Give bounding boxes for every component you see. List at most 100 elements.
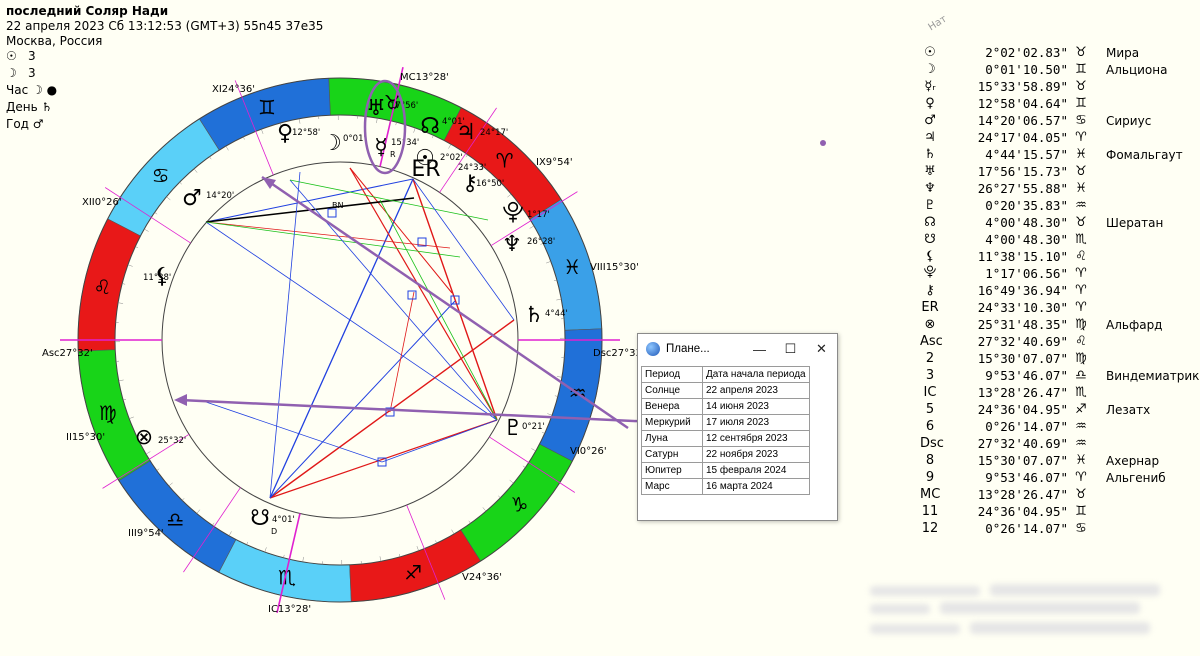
planet-glyph: 9 xyxy=(925,470,935,485)
period-row[interactable]: Сатурн 22 ноября 2023 xyxy=(641,446,810,463)
planet-glyph: ☿ᵣ xyxy=(924,79,936,94)
planet-degree-label: 4°44' xyxy=(545,309,568,319)
planet-glyph: 3 xyxy=(925,368,935,383)
planet-position: 17°56'15.73" xyxy=(977,164,1068,179)
planet-glyph: 6 xyxy=(925,419,935,434)
zodiac-sign-glyph: ♋ xyxy=(152,163,170,187)
zodiac-sign-icon: ♈ xyxy=(1075,300,1087,315)
fixed-star-name: Альфард xyxy=(1106,317,1163,332)
column-header-period[interactable]: Период xyxy=(641,366,703,383)
period-planet: Солнце xyxy=(641,382,703,399)
planet-positions-table: Нат ☉ 2°02'02.83" ♉ Мира ☽ 0°01'10.50" ♊ Альцио… xyxy=(920,14,1200,537)
planet-glyph: ☿ xyxy=(374,135,388,160)
planet-glyph: ♇ xyxy=(924,198,936,213)
planet-row: ⊗ 25°31'48.35" ♍ Альфард xyxy=(920,316,1200,333)
planet-row: ⚷ 16°49'36.94" ♈ xyxy=(920,282,1200,299)
fixed-star-name: Фомальгаут xyxy=(1106,147,1183,162)
fixed-star-name: Ахернар xyxy=(1106,453,1160,468)
planet-row: 8 15°30'07.07" ♓ Ахернар xyxy=(920,452,1200,469)
planet-position: 4°00'48.30" xyxy=(985,215,1068,230)
planet-row: ♄ 4°44'15.57" ♓ Фомальгаут xyxy=(920,146,1200,163)
period-row[interactable]: Марс 16 марта 2024 xyxy=(641,478,810,495)
planet-glyph: ♇ xyxy=(503,416,523,441)
planet-position: 15°30'07.07" xyxy=(977,453,1068,468)
close-button[interactable]: ✕ xyxy=(806,334,837,364)
zodiac-sign-icon: ♋ xyxy=(1075,521,1087,536)
planet-row: 9 9°53'46.07" ♈ Альгениб xyxy=(920,469,1200,486)
planet-degree-label: 14°20' xyxy=(206,191,234,201)
planet-glyph: ER xyxy=(411,157,440,182)
house-cusp-label: Asc27°32' xyxy=(42,348,93,359)
zodiac-sign-glyph: ♊ xyxy=(258,96,276,120)
period-row[interactable]: Солнце 22 апреля 2023 xyxy=(641,382,810,399)
planet-position: 9°53'46.07" xyxy=(985,470,1068,485)
planet-glyph: 11 xyxy=(921,504,939,519)
zodiac-sign-icon: ♒ xyxy=(1075,419,1087,434)
zodiac-sign-glyph: ♎ xyxy=(166,507,184,531)
planet-glyph: ♀ xyxy=(277,121,293,146)
planet-row: 5 24°36'04.95" ♐ Лезатх xyxy=(920,401,1200,418)
period-row[interactable]: Венера 14 июня 2023 xyxy=(641,398,810,415)
fixed-star-name: Лезатх xyxy=(1106,402,1151,417)
zodiac-sign-glyph: ♓ xyxy=(563,255,581,279)
planet-glyph: ♆ xyxy=(924,181,936,196)
period-start-date: 12 сентября 2023 xyxy=(702,430,810,447)
planet-position: 26°27'55.88" xyxy=(977,181,1068,196)
planet-glyph: ⊗ xyxy=(135,425,153,450)
planet-degree-label: 4°01' xyxy=(272,515,295,525)
house-cusp-label: II15°30' xyxy=(66,432,105,443)
planet-position: 0°01'10.50" xyxy=(985,62,1068,77)
planet-position: 0°26'14.07" xyxy=(985,521,1068,536)
planet-position: 0°20'35.83" xyxy=(985,198,1068,213)
planet-row: Asc 27°32'40.69" ♌ xyxy=(920,333,1200,350)
period-row[interactable]: Юпитер 15 февраля 2024 xyxy=(641,462,810,479)
zodiac-sign-glyph: ♑ xyxy=(510,493,528,517)
planet-row: IC 13°28'26.47" ♏ xyxy=(920,384,1200,401)
fixed-star-name: Сириус xyxy=(1106,113,1152,128)
periods-table: Период Дата начала периода Солнце 22 апре… xyxy=(641,366,810,495)
period-row[interactable]: Луна 12 сентября 2023 xyxy=(641,430,810,447)
planet-glyph: 8 xyxy=(925,453,935,468)
maximize-button[interactable]: ☐ xyxy=(775,334,806,364)
planet-glyph: ☋ xyxy=(250,506,270,531)
planet-glyph: ⊗ xyxy=(924,317,936,332)
planet-position: 2°02'02.83" xyxy=(985,45,1068,60)
planet-row: 3 9°53'46.07" ♎ Виндемиатрикс xyxy=(920,367,1200,384)
planet-position: 4°44'15.57" xyxy=(985,147,1068,162)
planet-glyph: Asc xyxy=(920,334,943,349)
house-cusp-label: MC13°28' xyxy=(400,72,449,83)
planet-glyph: 2 xyxy=(925,351,935,366)
planet-position: 27°32'40.69" xyxy=(977,436,1068,451)
column-header-start-date[interactable]: Дата начала периода xyxy=(702,366,810,383)
planet-degree-label: 25°32' xyxy=(158,436,186,446)
fixed-star-name: Мира xyxy=(1106,45,1140,60)
period-row[interactable]: Меркурий 17 июля 2023 xyxy=(641,414,810,431)
planet-glyph: IC xyxy=(923,385,937,400)
planet-row: ♆ 26°27'55.88" ♓ xyxy=(920,180,1200,197)
period-planet: Луна xyxy=(641,430,703,447)
retrograde-mark: R xyxy=(390,150,396,159)
planet-degree-label: 1°17' xyxy=(527,210,550,220)
zodiac-sign-icon: ♉ xyxy=(1075,487,1087,502)
window-titlebar[interactable]: Плане... — ☐ ✕ xyxy=(638,334,837,364)
planet-glyph: ER xyxy=(921,300,939,315)
planet-glyph: ♀ xyxy=(925,96,935,111)
planet-glyph: ⯓ xyxy=(502,200,524,225)
zodiac-sign-icon: ♏ xyxy=(1075,385,1087,400)
direct-mark: D xyxy=(271,527,277,536)
planet-glyph: ♂ xyxy=(924,113,936,128)
period-planet: Марс xyxy=(641,478,703,495)
planet-row: ☋ 4°00'48.30" ♏ xyxy=(920,231,1200,248)
planet-position: 13°28'26.47" xyxy=(977,385,1068,400)
minimize-button[interactable]: — xyxy=(744,334,775,364)
planet-glyph: ♃ xyxy=(924,130,936,145)
zodiac-sign-glyph: ♈ xyxy=(496,149,514,173)
period-start-date: 14 июня 2023 xyxy=(702,398,810,415)
house-cusp-label: IC13°28' xyxy=(268,604,311,615)
planet-glyph: ☉ xyxy=(924,45,936,60)
zodiac-sign-icon: ♈ xyxy=(1075,470,1087,485)
period-planet: Юпитер xyxy=(641,462,703,479)
zodiac-sign-icon: ♍ xyxy=(1075,351,1087,366)
planet-periods-window[interactable]: Плане... — ☐ ✕ Период Дата начала период… xyxy=(637,333,838,521)
planet-degree-label: 0°21' xyxy=(522,422,545,432)
